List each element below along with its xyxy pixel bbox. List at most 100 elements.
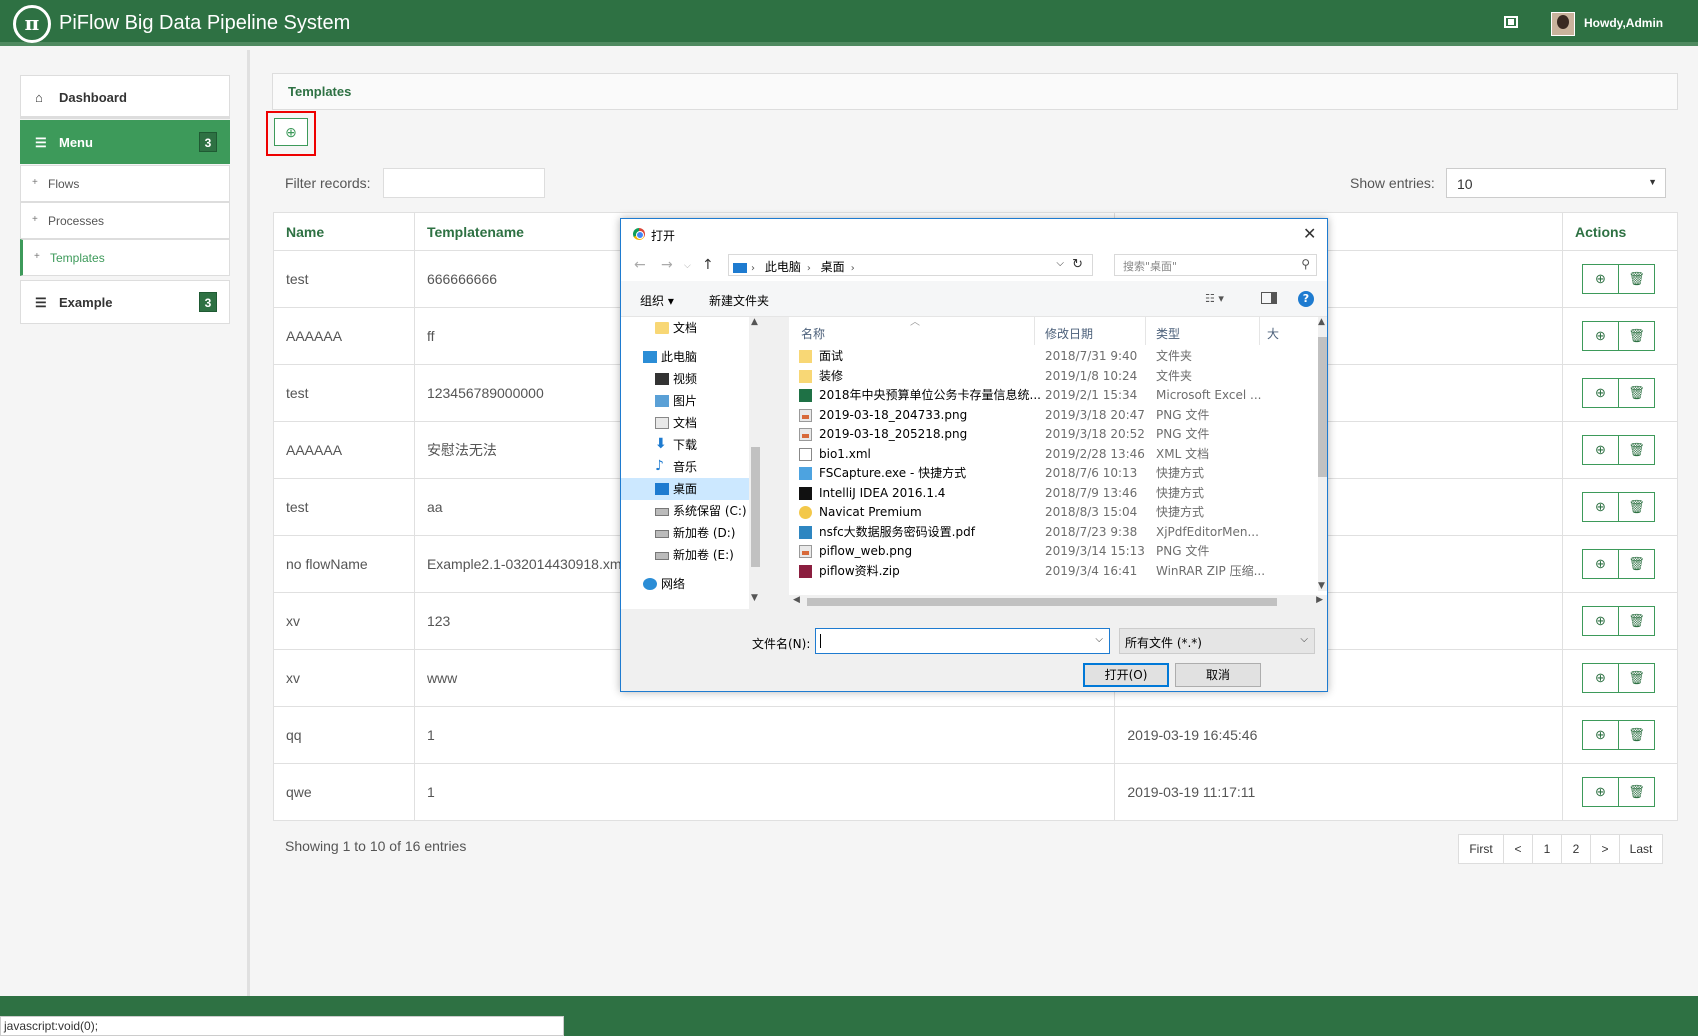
sidebar-item-templates[interactable]: + Templates <box>20 239 230 276</box>
file-row[interactable]: nsfc大数据服务密码设置.pdf 2018/7/23 9:38 XjPdfEdit… <box>789 522 1299 543</box>
download-button[interactable]: ⊕ <box>1582 606 1619 636</box>
file-row[interactable]: Navicat Premium 2018/8/3 15:04 快捷方式 <box>789 502 1299 523</box>
back-arrow-icon[interactable]: ← <box>634 257 646 273</box>
file-row[interactable]: piflow资料.zip 2019/3/4 16:41 WinRAR ZIP 压缩.… <box>789 561 1299 582</box>
app-title[interactable]: PiFlow Big Data Pipeline System <box>59 12 350 35</box>
delete-button[interactable]: 🗑 <box>1618 321 1655 351</box>
delete-button[interactable]: 🗑 <box>1618 435 1655 465</box>
tree-item[interactable]: ⬇ 下载 <box>621 434 762 456</box>
pager-page-1[interactable]: 1 <box>1532 834 1562 864</box>
tree-item[interactable]: 新加卷 (D:) <box>621 522 762 544</box>
breadcrumb-this-pc[interactable]: 此电脑 <box>765 260 801 274</box>
chevron-down-icon[interactable]: ⌵ <box>1056 258 1064 269</box>
column-type[interactable]: 类型 <box>1156 325 1180 342</box>
tree-item[interactable]: 网络 <box>621 573 762 595</box>
fullscreen-icon[interactable] <box>1504 16 1518 28</box>
delete-button[interactable]: 🗑 <box>1618 378 1655 408</box>
cancel-button[interactable]: 取消 <box>1175 663 1261 687</box>
delete-button[interactable]: 🗑 <box>1618 606 1655 636</box>
pager-next[interactable]: > <box>1590 834 1620 864</box>
scroll-left-icon[interactable]: ◀ <box>793 595 800 605</box>
delete-button[interactable]: 🗑 <box>1618 492 1655 522</box>
filetype-select[interactable]: 所有文件 (*.*) ⌵ <box>1119 628 1315 654</box>
file-row[interactable]: piflow_web.png 2019/3/14 15:13 PNG 文件 <box>789 541 1299 562</box>
tree-item[interactable]: 文档 <box>621 317 762 339</box>
download-button[interactable]: ⊕ <box>1582 492 1619 522</box>
scrollbar-thumb[interactable] <box>807 598 1277 606</box>
download-button[interactable]: ⊕ <box>1582 264 1619 294</box>
sidebar-item-flows[interactable]: + Flows <box>20 165 230 202</box>
pager-first[interactable]: First <box>1458 834 1504 864</box>
recent-dropdown-icon[interactable]: ⌵ <box>684 261 691 271</box>
file-row[interactable]: 2019-03-18_205218.png 2019/3/18 20:52 PNG … <box>789 424 1299 445</box>
close-icon[interactable]: ✕ <box>1303 224 1316 243</box>
scroll-down-icon[interactable]: ▼ <box>1318 581 1325 591</box>
dialog-search-input[interactable]: 搜索"桌面" ⚲ <box>1114 254 1317 276</box>
refresh-icon[interactable]: ↻ <box>1072 257 1083 272</box>
forward-arrow-icon[interactable]: → <box>661 257 673 273</box>
piflow-logo[interactable]: π <box>13 5 51 43</box>
tree-item[interactable]: 新加卷 (E:) <box>621 544 762 566</box>
column-header-name[interactable]: Name <box>273 212 415 251</box>
delete-button[interactable]: 🗑 <box>1618 777 1655 807</box>
sidebar-item-menu[interactable]: ☰ Menu 3 <box>20 120 230 164</box>
tree-item[interactable]: 系统保留 (C:) <box>621 500 762 522</box>
download-button[interactable]: ⊕ <box>1582 435 1619 465</box>
file-row[interactable]: 2018年中央预算单位公务卡存量信息统... 2019/2/1 15:34 Micr… <box>789 385 1299 406</box>
delete-button[interactable]: 🗑 <box>1618 663 1655 693</box>
column-size[interactable]: 大 <box>1267 325 1279 342</box>
download-button[interactable]: ⊕ <box>1582 777 1619 807</box>
tree-scrollbar[interactable]: ▲ ▼ <box>749 317 762 609</box>
sidebar-item-processes[interactable]: + Processes <box>20 202 230 239</box>
tree-item[interactable]: ♪ 音乐 <box>621 456 762 478</box>
scroll-right-icon[interactable]: ▶ <box>1316 595 1323 605</box>
download-button[interactable]: ⊕ <box>1582 549 1619 579</box>
show-entries-select[interactable]: 10 ▼ <box>1446 168 1666 198</box>
scroll-up-icon[interactable]: ▲ <box>1318 317 1325 327</box>
download-button[interactable]: ⊕ <box>1582 378 1619 408</box>
file-list-vscrollbar[interactable] <box>1318 317 1327 591</box>
filter-input[interactable] <box>383 168 545 198</box>
file-row[interactable]: 2019-03-18_204733.png 2019/3/18 20:47 PNG … <box>789 405 1299 426</box>
scroll-up-icon[interactable]: ▲ <box>751 317 758 327</box>
delete-button[interactable]: 🗑 <box>1618 264 1655 294</box>
column-date-modified[interactable]: 修改日期 <box>1045 325 1093 342</box>
download-button[interactable]: ⊕ <box>1582 663 1619 693</box>
pager-last[interactable]: Last <box>1619 834 1663 864</box>
user-avatar[interactable] <box>1551 12 1575 36</box>
pager-page-2[interactable]: 2 <box>1561 834 1591 864</box>
new-folder-button[interactable]: 新建文件夹 <box>709 292 769 309</box>
breadcrumb-desktop[interactable]: 桌面 <box>821 260 845 274</box>
download-button[interactable]: ⊕ <box>1582 321 1619 351</box>
file-row[interactable]: FSCapture.exe - 快捷方式 2018/7/6 10:13 快捷方式 <box>789 463 1299 484</box>
filename-input[interactable]: ⌵ <box>815 628 1110 654</box>
organize-menu[interactable]: 组织 ▾ <box>640 292 674 309</box>
tree-item[interactable]: 视频 <box>621 368 762 390</box>
column-name[interactable]: 名称 <box>801 325 825 342</box>
delete-button[interactable]: 🗑 <box>1618 720 1655 750</box>
preview-pane-icon[interactable] <box>1261 292 1277 304</box>
file-row[interactable]: 面试 2018/7/31 9:40 文件夹 <box>789 346 1299 367</box>
sidebar-item-example[interactable]: ☰ Example 3 <box>20 280 230 324</box>
address-bar[interactable]: › 此电脑 › 桌面 › ⌵ ↻ <box>728 254 1093 276</box>
file-row[interactable]: 装修 2019/1/8 10:24 文件夹 <box>789 366 1299 387</box>
download-button[interactable]: ⊕ <box>1582 720 1619 750</box>
file-row[interactable]: bio1.xml 2019/2/28 13:46 XML 文档 <box>789 444 1299 465</box>
chevron-down-icon[interactable]: ⌵ <box>1095 634 1103 645</box>
file-row[interactable]: IntelliJ IDEA 2016.1.4 2018/7/9 13:46 快捷方式 <box>789 483 1299 504</box>
upload-template-button[interactable]: ⊕ <box>274 118 308 146</box>
tree-item[interactable]: 文档 <box>621 412 762 434</box>
scrollbar-thumb[interactable] <box>751 447 760 567</box>
sidebar-item-dashboard[interactable]: ⌂ Dashboard <box>20 75 230 119</box>
file-list-hscrollbar[interactable]: ◀ ▶ <box>789 595 1327 609</box>
help-icon[interactable]: ? <box>1298 291 1314 307</box>
tree-item[interactable]: 桌面 <box>621 478 749 500</box>
tree-item[interactable]: 此电脑 <box>621 346 762 368</box>
user-greeting[interactable]: Howdy,Admin <box>1584 16 1663 30</box>
scroll-down-icon[interactable]: ▼ <box>751 593 758 603</box>
scrollbar-thumb[interactable] <box>1318 337 1327 477</box>
up-arrow-icon[interactable]: ↑ <box>702 257 714 273</box>
view-options-icon[interactable]: ☷ ▾ <box>1205 292 1224 305</box>
tree-item[interactable]: 图片 <box>621 390 762 412</box>
delete-button[interactable]: 🗑 <box>1618 549 1655 579</box>
